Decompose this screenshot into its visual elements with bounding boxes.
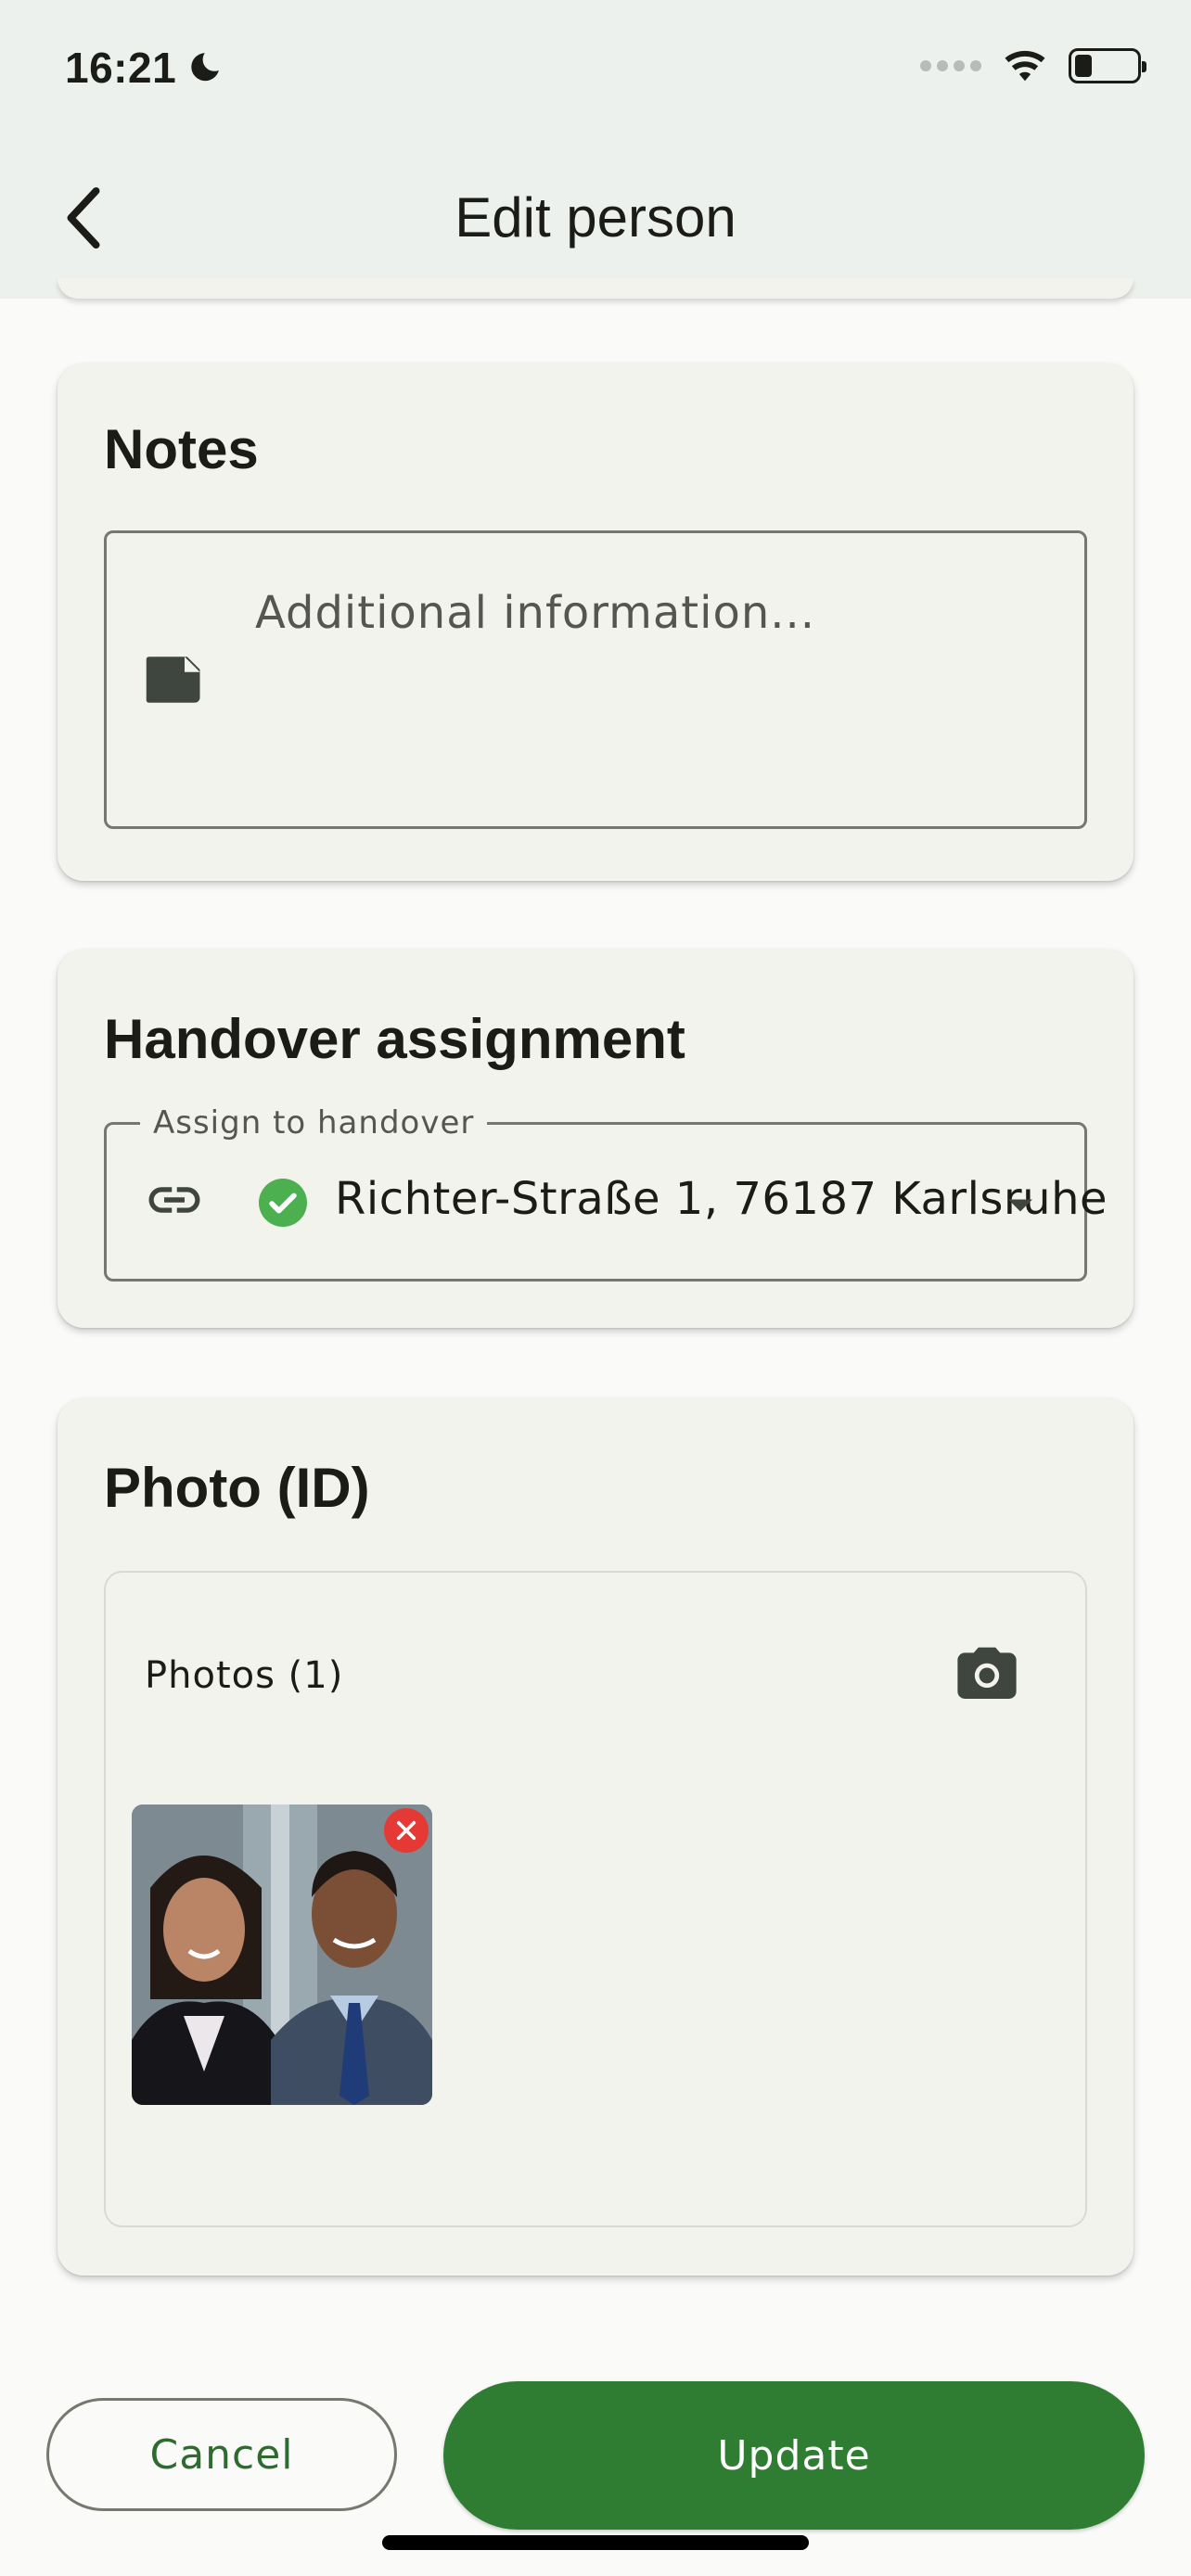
photo-gallery: Photos (1): [104, 1571, 1087, 2227]
cancel-button[interactable]: Cancel: [46, 2398, 397, 2511]
page-title: Edit person: [455, 186, 736, 249]
update-button[interactable]: Update: [443, 2381, 1145, 2530]
camera-icon: [957, 1647, 1017, 1699]
notes-title: Notes: [104, 418, 259, 480]
photo-card: Photo (ID) Photos (1): [58, 1398, 1133, 2276]
status-icons: [920, 48, 1146, 83]
handover-field-label: Assign to handover: [140, 1104, 488, 1141]
handover-selected-value: Richter-Straße 1, 76187 Karlsruhe: [335, 1173, 1108, 1225]
notes-input[interactable]: Additional information...: [104, 530, 1087, 829]
check-circle-icon: [259, 1179, 307, 1227]
notes-card: Notes Additional information...: [58, 363, 1133, 881]
close-icon: [396, 1820, 416, 1841]
handover-select[interactable]: Assign to handover Richter-Straße 1, 761…: [104, 1104, 1108, 1282]
handover-card: Handover assignment Assign to handover R…: [58, 950, 1133, 1328]
handover-title: Handover assignment: [104, 1008, 685, 1070]
link-icon: [148, 1187, 200, 1213]
home-indicator: [382, 2535, 809, 2550]
photo-thumbnail[interactable]: [132, 1804, 432, 2105]
note-icon: [146, 657, 200, 703]
remove-photo-button[interactable]: [384, 1808, 429, 1853]
photo-title: Photo (ID): [104, 1457, 370, 1519]
status-time: 16:21: [65, 43, 223, 93]
app-header: 16:21 Edit person: [0, 0, 1191, 299]
add-photo-button[interactable]: [957, 1645, 1017, 1703]
status-time-text: 16:21: [65, 44, 177, 92]
moon-icon: [191, 53, 219, 82]
notes-placeholder: Additional information...: [255, 587, 816, 639]
wifi-icon: [1005, 50, 1045, 82]
previous-card-edge: [58, 278, 1133, 299]
signal-icon: [920, 60, 981, 71]
battery-icon: [1069, 48, 1146, 83]
person-photo-image: [132, 1804, 432, 2105]
dropdown-arrow-icon: [1008, 1199, 1032, 1212]
photos-count: Photos (1): [145, 1654, 344, 1697]
